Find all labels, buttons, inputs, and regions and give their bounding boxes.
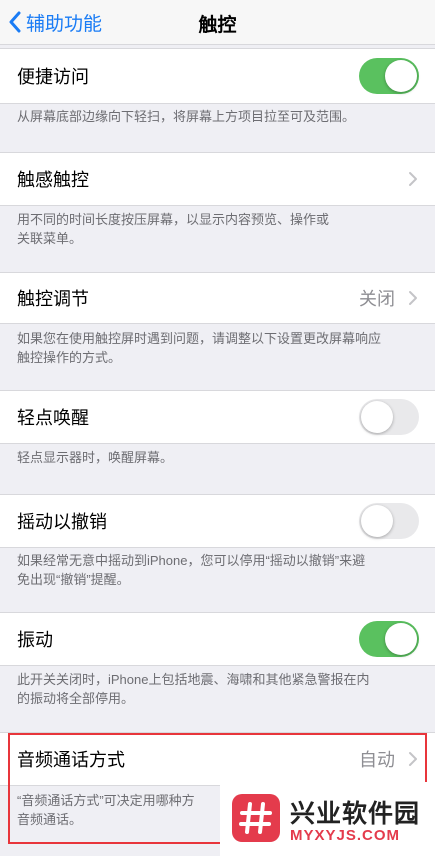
- setting-footer: 轻点显示器时，唤醒屏幕。: [17, 450, 174, 465]
- footer-line: 的振动将全部停用。: [17, 691, 135, 706]
- vibration-toggle[interactable]: [359, 621, 419, 657]
- setting-footer: 从屏幕底部边缘向下轻扫，将屏幕上方项目拉至可及范围。: [17, 109, 356, 124]
- chevron-right-icon: [409, 172, 417, 186]
- setting-row-shake-to-undo[interactable]: 摇动以撤销: [0, 494, 435, 548]
- setting-label: 便捷访问: [17, 67, 89, 87]
- setting-label: 触感触控: [17, 170, 89, 190]
- setting-label: 轻点唤醒: [17, 408, 89, 428]
- watermark-url: MYXYJS.COM: [290, 827, 401, 844]
- setting-row-haptic-touch[interactable]: 触感触控: [0, 152, 435, 206]
- tap-to-wake-toggle[interactable]: [359, 399, 419, 435]
- footer-line: 此开关关闭时，iPhone上包括地震、海啸和其他紧急警报在内: [17, 672, 370, 687]
- chevron-right-icon: [409, 291, 417, 305]
- page-title: 触控: [198, 15, 237, 36]
- setting-row-reachability[interactable]: 便捷访问: [0, 48, 435, 104]
- setting-footer: 用不同的时间长度按压屏幕，以显示内容预览、操作或 关联菜单。: [17, 210, 421, 248]
- reachability-toggle[interactable]: [359, 58, 419, 94]
- footer-line: 关联菜单。: [17, 231, 83, 246]
- shake-to-undo-toggle[interactable]: [359, 503, 419, 539]
- setting-row-vibration[interactable]: 振动: [0, 612, 435, 666]
- setting-footer: 此开关关闭时，iPhone上包括地震、海啸和其他紧急警报在内 的振动将全部停用。: [17, 670, 421, 708]
- watermark-title: 兴业软件园: [290, 800, 421, 828]
- setting-label: 触控调节: [17, 289, 89, 309]
- toggle-knob: [385, 60, 417, 92]
- footer-line: 如果经常无意中摇动到iPhone，您可以停用“摇动以撤销”来避: [17, 553, 366, 568]
- setting-value: 关闭: [359, 289, 395, 309]
- footer-line: 如果您在使用触控屏时遇到问题，请调整以下设置更改屏幕响应: [17, 331, 382, 346]
- watermark: 兴业软件园 MYXYJS.COM: [220, 782, 435, 856]
- setting-row-touch-accommodations[interactable]: 触控调节 关闭: [0, 272, 435, 324]
- navigation-bar: 辅助功能 触控: [0, 0, 435, 45]
- toggle-knob: [361, 401, 393, 433]
- setting-label: 振动: [17, 630, 53, 650]
- footer-line: 用不同的时间长度按压屏幕，以显示内容预览、操作或: [17, 212, 330, 227]
- toggle-knob: [361, 505, 393, 537]
- footer-line: 免出现“撤销”提醒。: [17, 572, 130, 587]
- setting-row-tap-to-wake[interactable]: 轻点唤醒: [0, 390, 435, 444]
- setting-label: 摇动以撤销: [17, 512, 107, 532]
- toggle-knob: [385, 623, 417, 655]
- setting-footer: 如果经常无意中摇动到iPhone，您可以停用“摇动以撤销”来避 免出现“撤销”提…: [17, 551, 421, 589]
- footer-line: 触控操作的方式。: [17, 350, 122, 365]
- setting-footer: 如果您在使用触控屏时遇到问题，请调整以下设置更改屏幕响应 触控操作的方式。: [17, 329, 421, 367]
- watermark-logo-icon: [232, 794, 280, 842]
